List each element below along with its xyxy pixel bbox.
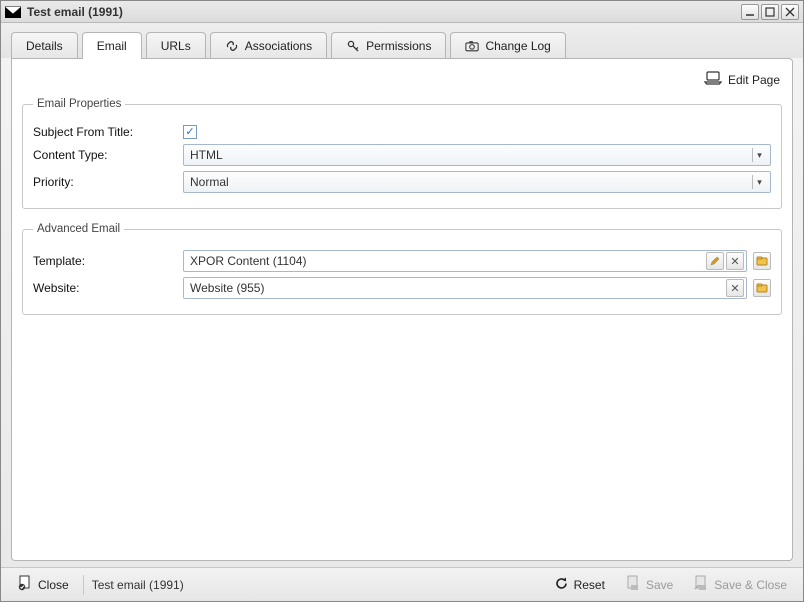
envelope-icon [5, 6, 21, 18]
edit-page-row: Edit Page [22, 67, 782, 98]
legend-email-properties: Email Properties [33, 98, 125, 110]
tab-urls[interactable]: URLs [146, 32, 206, 59]
close-label: Close [38, 578, 69, 592]
edit-page-link[interactable]: Edit Page [704, 71, 780, 88]
window-root: Test email (1991) Details Email URLs [0, 0, 804, 602]
select-value: Normal [190, 175, 229, 189]
select-value: HTML [190, 148, 223, 162]
tab-details[interactable]: Details [11, 32, 78, 59]
breadcrumb: Test email (1991) [92, 578, 184, 592]
chain-icon [225, 39, 239, 53]
tab-change-log[interactable]: Change Log [450, 32, 565, 59]
input-value: Website (955) [190, 281, 724, 295]
edit-page-label: Edit Page [728, 73, 780, 87]
chevron-down-icon: ▾ [752, 175, 766, 189]
close-window-button[interactable] [781, 4, 799, 20]
separator [83, 575, 84, 595]
tab-label: Change Log [485, 39, 550, 53]
close-page-icon [17, 575, 33, 594]
clear-icon[interactable]: ✕ [726, 252, 744, 270]
label-priority: Priority: [33, 175, 183, 189]
reset-label: Reset [574, 578, 605, 592]
label-subject-from-title: Subject From Title: [33, 125, 183, 139]
fieldset-advanced-email: Advanced Email Template: XPOR Content (1… [22, 223, 782, 315]
checkbox-subject-from-title[interactable] [183, 125, 197, 139]
input-template[interactable]: XPOR Content (1104) ✕ [183, 250, 747, 272]
tab-bar: Details Email URLs Associations Permissi… [1, 23, 803, 58]
input-website[interactable]: Website (955) ✕ [183, 277, 747, 299]
window-title: Test email (1991) [27, 5, 741, 19]
tab-panel-email: Edit Page Email Properties Subject From … [11, 58, 793, 561]
edit-pencil-icon[interactable] [706, 252, 724, 270]
browse-icon[interactable] [753, 252, 771, 270]
browse-icon[interactable] [753, 279, 771, 297]
chevron-down-icon: ▾ [752, 148, 766, 162]
maximize-button[interactable] [761, 4, 779, 20]
tab-label: Details [26, 39, 63, 53]
legend-advanced-email: Advanced Email [33, 223, 124, 235]
save-button: Save [619, 572, 679, 597]
refresh-icon [554, 576, 569, 594]
row-website: Website: Website (955) ✕ [33, 277, 771, 299]
tab-label: URLs [161, 39, 191, 53]
row-subject-from-title: Subject From Title: [33, 125, 771, 139]
select-content-type[interactable]: HTML ▾ [183, 144, 771, 166]
fieldset-email-properties: Email Properties Subject From Title: Con… [22, 98, 782, 209]
reset-button[interactable]: Reset [548, 573, 611, 597]
footer-bar: Close Test email (1991) Reset Save Save … [1, 567, 803, 601]
clear-icon[interactable]: ✕ [726, 279, 744, 297]
close-button[interactable]: Close [11, 572, 75, 597]
save-and-close-button: Save & Close [687, 572, 793, 597]
titlebar: Test email (1991) [1, 1, 803, 23]
save-label: Save [646, 578, 673, 592]
label-website: Website: [33, 281, 183, 295]
key-icon [346, 39, 360, 53]
label-content-type: Content Type: [33, 148, 183, 162]
select-priority[interactable]: Normal ▾ [183, 171, 771, 193]
row-content-type: Content Type: HTML ▾ [33, 144, 771, 166]
tab-label: Permissions [366, 39, 431, 53]
input-value: XPOR Content (1104) [190, 254, 704, 268]
label-template: Template: [33, 254, 183, 268]
tab-label: Associations [245, 39, 312, 53]
tab-label: Email [97, 39, 127, 53]
minimize-button[interactable] [741, 4, 759, 20]
save-close-page-icon [693, 575, 709, 594]
window-controls [741, 4, 799, 20]
save-page-icon [625, 575, 641, 594]
row-priority: Priority: Normal ▾ [33, 171, 771, 193]
tab-associations[interactable]: Associations [210, 32, 327, 59]
row-template: Template: XPOR Content (1104) ✕ [33, 250, 771, 272]
save-close-label: Save & Close [714, 578, 787, 592]
tab-email[interactable]: Email [82, 32, 142, 59]
laptop-icon [704, 71, 722, 88]
camera-icon [465, 39, 479, 53]
tab-permissions[interactable]: Permissions [331, 32, 446, 59]
